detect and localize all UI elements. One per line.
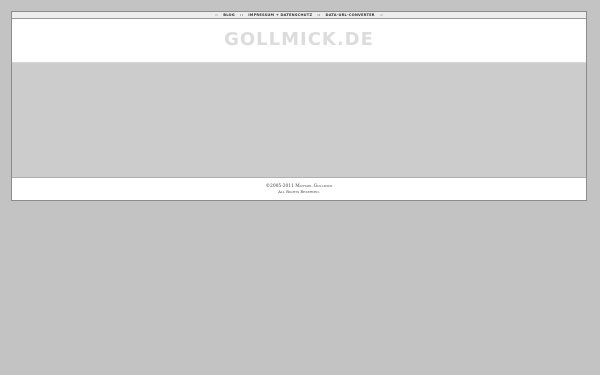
nav-left-decoration-line: ... bbox=[215, 14, 219, 18]
site-logo[interactable]: GOLLMICK.DE bbox=[224, 29, 374, 50]
nav-link-data-url-converter[interactable]: DATA-URL-CONVERTER bbox=[326, 13, 375, 17]
main-content-area bbox=[12, 62, 586, 178]
nav-right-decoration: ... ... bbox=[379, 13, 383, 18]
nav-link-blog[interactable]: BLOG bbox=[223, 13, 235, 17]
nav-right-decoration-line: ... bbox=[379, 14, 383, 18]
nav-left-decoration: ... ... bbox=[215, 13, 219, 18]
site-header: GOLLMICK.DE bbox=[12, 19, 586, 62]
site-footer: ©2005-2011 Michael Gollmick All Rights R… bbox=[12, 178, 586, 200]
page-frame: ... ... BLOG :: IMPRESSUM + DATENSCHUTZ … bbox=[11, 11, 587, 201]
top-navigation: ... ... BLOG :: IMPRESSUM + DATENSCHUTZ … bbox=[12, 12, 586, 19]
nav-separator: :: bbox=[239, 13, 244, 17]
nav-separator: :: bbox=[317, 13, 321, 17]
nav-link-impressum[interactable]: IMPRESSUM + DATENSCHUTZ bbox=[248, 13, 312, 17]
rights-text: All Rights Reserved. bbox=[278, 189, 320, 194]
